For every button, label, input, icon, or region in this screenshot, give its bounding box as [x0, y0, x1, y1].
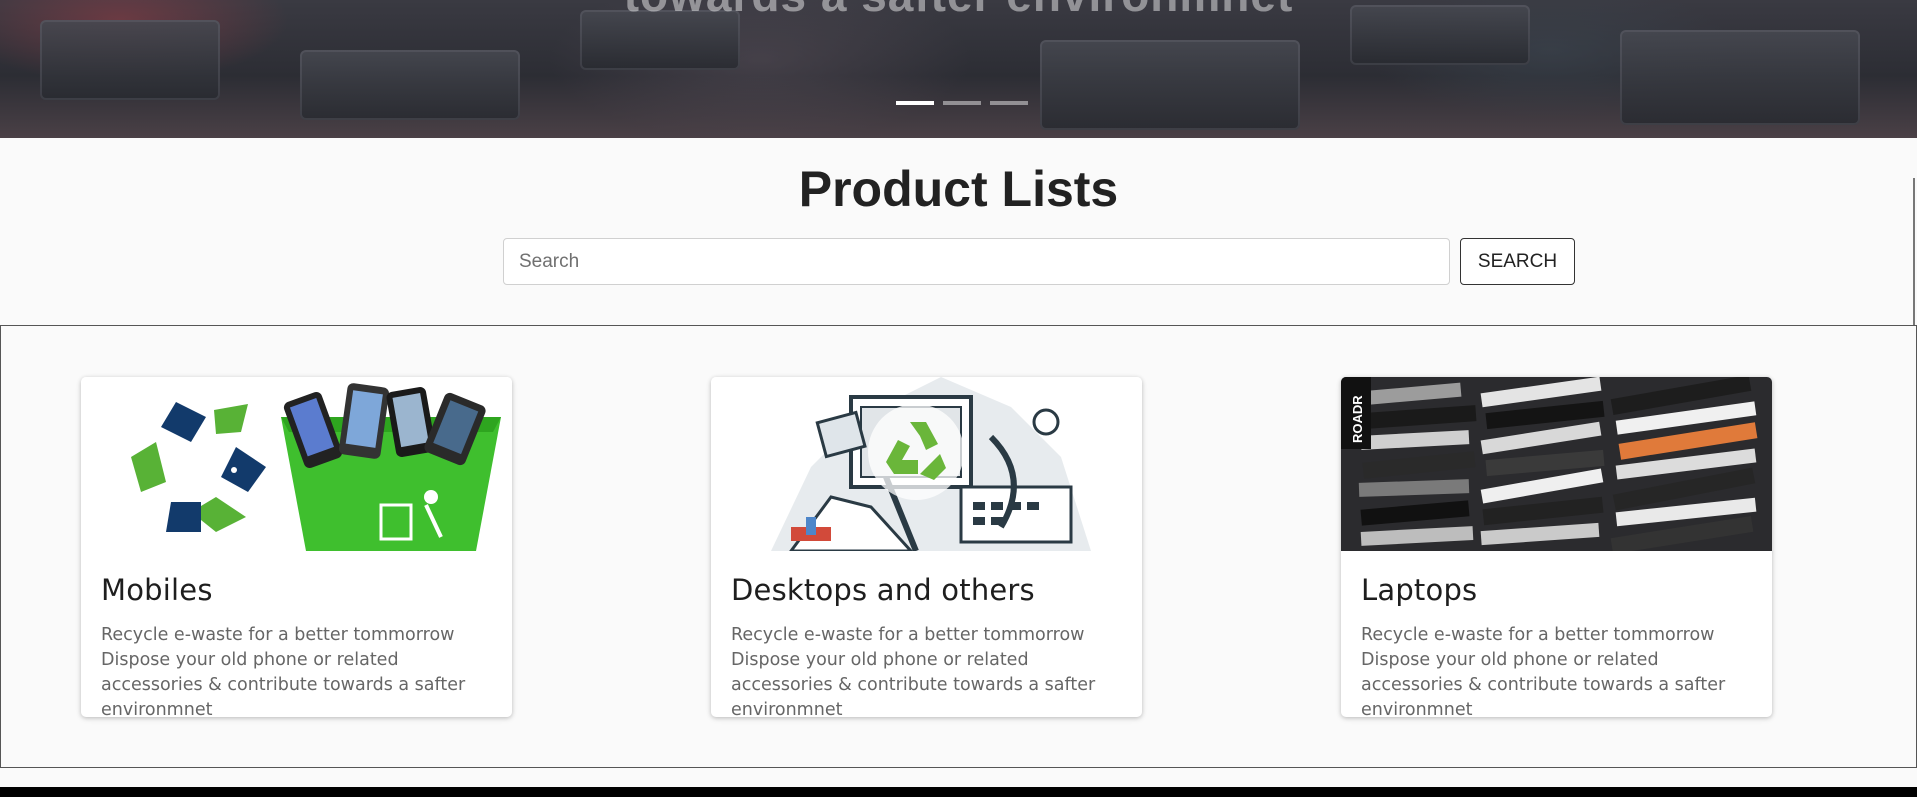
hero-carousel[interactable]: towards a safter environmnet: [0, 0, 1917, 138]
search-input[interactable]: [503, 238, 1450, 285]
product-card-mobiles[interactable]: Mobiles Recycle e-waste for a better tom…: [81, 377, 512, 717]
product-title: Mobiles: [101, 573, 213, 607]
search-button[interactable]: SEARCH: [1460, 238, 1575, 285]
product-description: Recycle e-waste for a better tommorrow D…: [101, 625, 466, 717]
carousel-indicator-1[interactable]: [896, 101, 934, 105]
product-description: Recycle e-waste for a better tommorrow D…: [731, 625, 1096, 717]
carousel-indicator-2[interactable]: [943, 101, 981, 105]
laptop-stack-icon: ROADR: [1341, 377, 1772, 551]
carousel-indicator-3[interactable]: [990, 101, 1028, 105]
hero-caption: towards a safter environmnet: [0, 0, 1917, 22]
image-watermark: ROADR: [1350, 395, 1365, 443]
product-description: Recycle e-waste for a better tommorrow D…: [1361, 625, 1726, 717]
carousel-indicators: [896, 101, 1028, 105]
recycle-bin-phones-icon: [81, 377, 512, 551]
product-list: Mobiles Recycle e-waste for a better tom…: [0, 325, 1917, 768]
page-title: Product Lists: [798, 161, 1119, 217]
search-bar: SEARCH: [503, 238, 1575, 285]
product-title: Desktops and others: [731, 573, 1035, 607]
product-title: Laptops: [1361, 573, 1478, 607]
footer-bar: [0, 787, 1917, 797]
product-card-desktops[interactable]: Desktops and others Recycle e-waste for …: [711, 377, 1142, 717]
product-card-laptops[interactable]: ROADR Laptops Recycle e-waste for a bett…: [1341, 377, 1772, 717]
e-waste-pile-icon: [711, 377, 1142, 551]
